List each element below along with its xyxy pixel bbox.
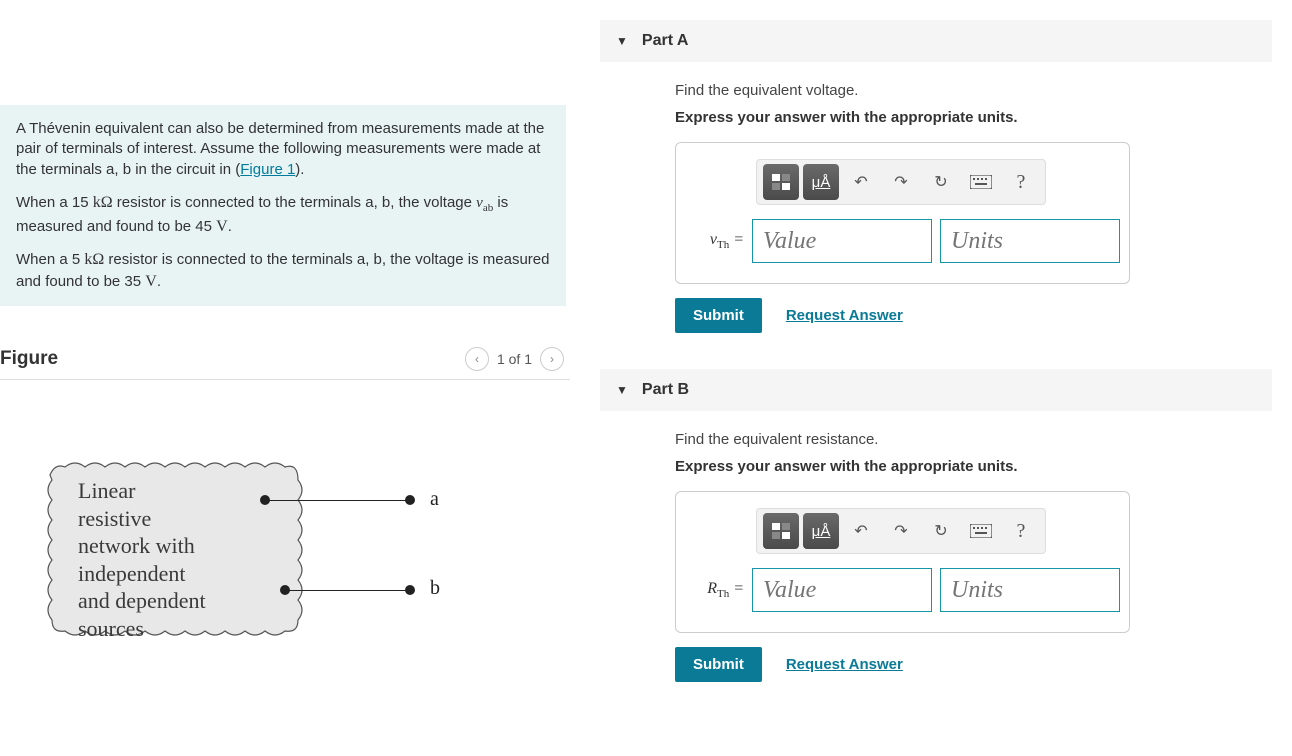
caret-down-icon: ▼	[616, 383, 628, 397]
figure-pager-label: 1 of 1	[497, 351, 532, 367]
kohm-2: kΩ	[84, 251, 104, 268]
units-icon[interactable]: μÅ	[803, 164, 839, 200]
part-a-submit-button[interactable]: Submit	[675, 298, 762, 333]
p2b: resistor is connected to the terminals a…	[113, 194, 477, 211]
part-a-instruction: Find the equivalent voltage.	[675, 82, 1272, 99]
keyboard-icon[interactable]	[963, 164, 999, 200]
volt-2: V	[145, 273, 157, 290]
part-b-body: Find the equivalent resistance. Express …	[600, 431, 1272, 708]
vab: vab	[476, 195, 493, 211]
problem-statement: A Thévenin equivalent can also be determ…	[0, 105, 566, 306]
part-a-variable: vTh =	[696, 231, 744, 251]
templates-icon[interactable]	[763, 513, 799, 549]
undo-icon[interactable]: ↶	[843, 513, 879, 549]
part-b-instruction: Find the equivalent resistance.	[675, 431, 1272, 448]
part-b-variable: RTh =	[696, 580, 744, 600]
node-right-b	[405, 585, 415, 595]
part-b-value-input[interactable]	[752, 568, 932, 612]
part-a-title: Part A	[642, 32, 689, 50]
figure-pager: ‹ 1 of 1 ›	[465, 347, 564, 371]
part-a-actions: Submit Request Answer	[675, 298, 1272, 333]
p3a: When a 5	[16, 251, 84, 268]
part-b-units-input[interactable]	[940, 568, 1120, 612]
reset-icon[interactable]: ↻	[923, 164, 959, 200]
p1-suffix: ).	[295, 161, 304, 178]
help-icon[interactable]: ?	[1003, 164, 1039, 200]
part-b-input-row: RTh =	[696, 568, 1109, 612]
part-b-submit-button[interactable]: Submit	[675, 647, 762, 682]
wire-a	[265, 500, 410, 501]
problem-p3: When a 5 kΩ resistor is connected to the…	[16, 249, 550, 292]
reset-icon[interactable]: ↻	[923, 513, 959, 549]
part-a-body: Find the equivalent voltage. Express you…	[600, 82, 1272, 359]
problem-scroll[interactable]: A Thévenin equivalent can also be determ…	[0, 0, 570, 335]
figure-prev-button[interactable]: ‹	[465, 347, 489, 371]
wire-b	[285, 590, 410, 591]
help-icon[interactable]: ?	[1003, 513, 1039, 549]
p3c: .	[157, 273, 161, 290]
figure-header: Figure ‹ 1 of 1 ›	[0, 339, 570, 380]
figure-next-button[interactable]: ›	[540, 347, 564, 371]
p2d: .	[228, 218, 232, 235]
part-a-express: Express your answer with the appropriate…	[675, 109, 1272, 126]
figure-scroll[interactable]: Linear resistive network with independen…	[0, 380, 570, 756]
node-right-a	[405, 495, 415, 505]
undo-icon[interactable]: ↶	[843, 164, 879, 200]
part-a-answer-box: μÅ ↶ ↷ ↻ ? vTh =	[675, 142, 1130, 284]
kohm-1: kΩ	[93, 194, 113, 211]
caret-down-icon: ▼	[616, 34, 628, 48]
terminal-b-label: b	[430, 577, 440, 600]
units-icon[interactable]: μÅ	[803, 513, 839, 549]
volt-1: V	[216, 218, 228, 235]
left-pane: A Thévenin equivalent can also be determ…	[0, 0, 570, 756]
part-a-header[interactable]: ▼ Part A	[600, 20, 1272, 62]
part-a-value-input[interactable]	[752, 219, 932, 263]
part-a-request-answer-link[interactable]: Request Answer	[786, 307, 903, 324]
right-pane: ▼ Part A Find the equivalent voltage. Ex…	[570, 0, 1292, 756]
figure-box-text: Linear resistive network with independen…	[78, 477, 206, 642]
figure-link[interactable]: Figure 1	[240, 161, 295, 178]
p2a: When a 15	[16, 194, 93, 211]
part-b-actions: Submit Request Answer	[675, 647, 1272, 682]
problem-p1: A Thévenin equivalent can also be determ…	[16, 119, 550, 180]
part-b-header[interactable]: ▼ Part B	[600, 369, 1272, 411]
templates-icon[interactable]	[763, 164, 799, 200]
figure-drawing: Linear resistive network with independen…	[40, 455, 460, 665]
redo-icon[interactable]: ↷	[883, 164, 919, 200]
part-a-units-input[interactable]	[940, 219, 1120, 263]
redo-icon[interactable]: ↷	[883, 513, 919, 549]
problem-p2: When a 15 kΩ resistor is connected to th…	[16, 192, 550, 237]
terminal-a-label: a	[430, 488, 439, 511]
part-b-title: Part B	[642, 381, 689, 399]
part-b-answer-box: μÅ ↶ ↷ ↻ ? RTh =	[675, 491, 1130, 633]
part-a-input-row: vTh =	[696, 219, 1109, 263]
part-b-request-answer-link[interactable]: Request Answer	[786, 656, 903, 673]
part-a-toolbar: μÅ ↶ ↷ ↻ ?	[756, 159, 1046, 205]
keyboard-icon[interactable]	[963, 513, 999, 549]
figure-title: Figure	[0, 348, 58, 370]
part-b-toolbar: μÅ ↶ ↷ ↻ ?	[756, 508, 1046, 554]
part-b-express: Express your answer with the appropriate…	[675, 458, 1272, 475]
